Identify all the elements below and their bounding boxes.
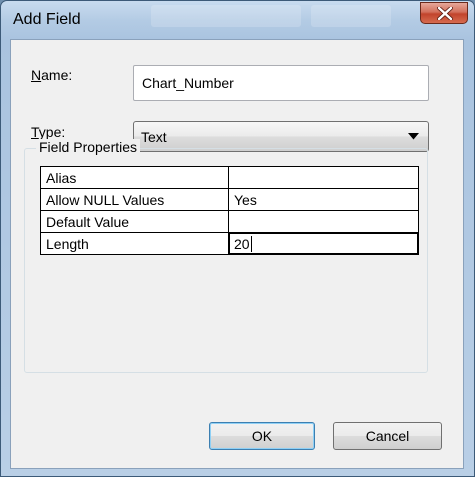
close-icon [437,7,453,20]
close-button[interactable] [420,2,468,24]
type-selected-value: Text [141,129,167,145]
name-label-rest: ame: [41,67,73,83]
length-value: 20 [234,235,250,252]
property-value-editor[interactable]: 20 [228,232,419,255]
table-row[interactable]: Alias [40,166,419,189]
type-label: Type: [31,124,66,140]
property-name: Length [40,232,229,255]
property-name: Default Value [40,210,229,233]
title-bar-reflection [311,5,391,27]
title-bar-reflection [151,5,301,27]
field-properties-table: Alias Allow NULL Values Yes Default Valu… [40,166,419,255]
property-value[interactable]: Yes [228,188,419,211]
property-name: Alias [40,166,229,189]
title-bar[interactable]: Add Field [1,1,474,39]
type-label-rest: ype: [38,124,66,140]
name-input[interactable] [133,65,429,101]
text-cursor [250,235,252,252]
ok-button[interactable]: OK [209,422,315,450]
chevron-down-icon [408,133,419,140]
property-value[interactable] [228,210,419,233]
field-properties-title: Field Properties [36,139,141,155]
table-row[interactable]: Allow NULL Values Yes [40,188,419,211]
cancel-button[interactable]: Cancel [333,422,442,450]
table-row[interactable]: Length 20 [40,232,419,255]
property-value[interactable] [228,166,419,189]
dialog-title: Add Field [13,11,81,28]
table-row[interactable]: Default Value [40,210,419,233]
property-name: Allow NULL Values [40,188,229,211]
name-label: Name: [31,67,73,83]
